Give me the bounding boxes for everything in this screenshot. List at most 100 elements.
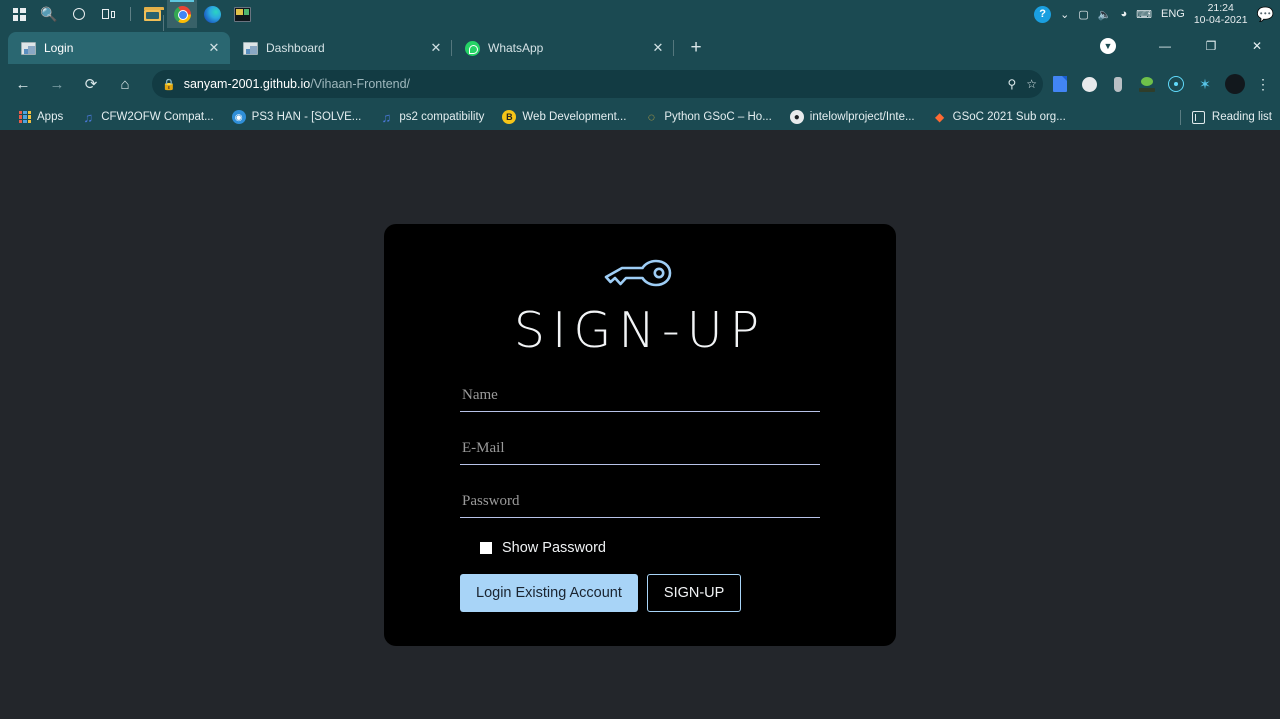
email-input[interactable] xyxy=(460,434,820,465)
github-icon: ● xyxy=(789,110,804,124)
bookmark-label: Python GSoC – Ho... xyxy=(664,111,772,123)
profile-avatar[interactable] xyxy=(1225,74,1245,94)
page-image-icon xyxy=(20,40,36,56)
bookmark-label: CFW2OFW Compat... xyxy=(101,111,214,123)
bookmark-apps[interactable]: Apps xyxy=(10,106,72,128)
address-bar[interactable]: 🔒 sanyam-2001.github.io/Vihaan-Frontend/… xyxy=(152,70,1043,98)
page-viewport: SIGN-UP Show Password Login Existing Acc… xyxy=(0,130,1280,717)
cortana-button[interactable] xyxy=(64,0,94,28)
tab-dashboard[interactable]: Dashboard ✕ xyxy=(230,32,452,64)
firefox-icon: ◆ xyxy=(935,110,945,124)
tab-close-icon[interactable]: ✕ xyxy=(428,40,444,56)
password-key-icon[interactable]: ⚲ xyxy=(1007,77,1016,91)
pin-extension-icon[interactable] xyxy=(1109,75,1127,93)
face-extension-icon[interactable] xyxy=(1080,75,1098,93)
page-image-icon xyxy=(242,40,258,56)
tab-label: WhatsApp xyxy=(488,41,544,55)
minimize-button[interactable]: — xyxy=(1142,28,1188,64)
login-existing-account-button[interactable]: Login Existing Account xyxy=(460,574,638,612)
bookmark-python-gsoc[interactable]: ◌ Python GSoC – Ho... xyxy=(635,106,780,128)
extension-icons: ✶ ⋮ xyxy=(1051,74,1272,94)
bookmark-label: PS3 HAN - [SOLVE... xyxy=(251,111,362,123)
signup-button[interactable]: SIGN-UP xyxy=(646,574,742,612)
bookmark-label: intelowlproject/Inte... xyxy=(809,111,915,123)
playstation-icon: ♫ xyxy=(83,109,94,125)
task-view-icon xyxy=(102,8,116,20)
camera-icon[interactable]: ▢ xyxy=(1078,8,1088,21)
reload-button[interactable]: ⟳ xyxy=(76,69,106,99)
bookmark-cfw2ofw[interactable]: ♫ CFW2OFW Compat... xyxy=(72,106,222,128)
window-controls: ▼ — ❐ ✕ xyxy=(1100,28,1280,64)
app-taskbar-button[interactable] xyxy=(227,0,257,28)
new-tab-button[interactable]: + xyxy=(682,34,710,62)
password-input[interactable] xyxy=(460,487,820,518)
taskbar-divider xyxy=(130,7,131,21)
keyboard-icon[interactable]: ⌨ xyxy=(1136,8,1152,21)
home-button[interactable]: ⌂ xyxy=(110,69,140,99)
tab-close-icon[interactable]: ✕ xyxy=(650,40,666,56)
notification-icon[interactable]: 💬 xyxy=(1257,6,1274,23)
show-password-label: Show Password xyxy=(502,540,606,556)
bookmarks-divider xyxy=(1179,109,1181,125)
update-badge-icon[interactable]: ▼ xyxy=(1100,38,1116,54)
puzzle-extensions-icon[interactable]: ✶ xyxy=(1196,75,1214,93)
reading-list-label: Reading list xyxy=(1211,111,1272,123)
task-view-button[interactable] xyxy=(94,0,124,28)
playstation-icon: ♫ xyxy=(381,109,392,125)
signup-card: SIGN-UP Show Password Login Existing Acc… xyxy=(384,224,896,646)
search-button[interactable]: 🔍 xyxy=(34,0,64,28)
react-devtools-extension-icon[interactable] xyxy=(1167,75,1185,93)
url-domain: sanyam-2001.github.io xyxy=(183,77,311,91)
tab-label: Login xyxy=(44,41,74,55)
chrome-icon xyxy=(173,5,191,23)
bookmark-intelowlproject[interactable]: ● intelowlproject/Inte... xyxy=(781,106,924,128)
bookmark-ps3-han[interactable]: ◉ PS3 HAN - [SOLVE... xyxy=(223,106,371,128)
forward-button[interactable]: → xyxy=(42,69,72,99)
browser-toolbar: ← → ⟳ ⌂ 🔒 sanyam-2001.github.io/Vihaan-F… xyxy=(0,64,1280,104)
form-actions: Login Existing Account SIGN-UP xyxy=(460,574,820,612)
app-icon xyxy=(233,6,251,22)
google-docs-extension-icon[interactable] xyxy=(1051,75,1069,93)
tab-login[interactable]: Login ✕ xyxy=(8,32,230,64)
close-window-button[interactable]: ✕ xyxy=(1234,28,1280,64)
maximize-button[interactable]: ❐ xyxy=(1188,28,1234,64)
bookmarks-bar: Apps ♫ CFW2OFW Compat... ◉ PS3 HAN - [SO… xyxy=(0,104,1280,130)
chrome-taskbar-button[interactable] xyxy=(167,0,197,28)
globe-icon: ◉ xyxy=(231,110,246,124)
file-explorer-button[interactable] xyxy=(137,0,167,31)
chrome-menu-icon[interactable]: ⋮ xyxy=(1256,76,1270,93)
bookmark-ps2-compatibility[interactable]: ♫ ps2 compatibility xyxy=(370,106,493,128)
page-title: SIGN-UP xyxy=(513,302,767,359)
wifi-icon[interactable]: ◕ xyxy=(1120,8,1127,20)
reading-list-button[interactable]: Reading list xyxy=(1179,109,1272,125)
edge-taskbar-button[interactable] xyxy=(197,0,227,28)
system-tray: ? ⌄ ▢ 🔈 ◕ ⌨ ENG 21:24 10-04-2021 💬 xyxy=(1034,0,1280,28)
windows-taskbar: 🔍 ? ⌄ ▢ 🔈 ◕ ⌨ ENG 21:24 10-04-2021 💬 xyxy=(0,0,1280,31)
bookmark-gsoc-2021[interactable]: ◆ GSoC 2021 Sub org... xyxy=(924,106,1075,128)
chevron-up-icon[interactable]: ⌄ xyxy=(1060,8,1069,21)
tab-whatsapp[interactable]: WhatsApp ✕ xyxy=(452,32,674,64)
bookmark-web-development[interactable]: B Web Development... xyxy=(493,106,635,128)
language-indicator[interactable]: ENG xyxy=(1161,8,1185,20)
tree-extension-icon[interactable] xyxy=(1138,75,1156,93)
clock[interactable]: 21:24 10-04-2021 xyxy=(1194,2,1248,26)
start-button[interactable] xyxy=(4,0,34,28)
show-password-row: Show Password xyxy=(480,540,820,556)
taskbar-pinned-apps: 🔍 xyxy=(0,0,257,31)
back-button[interactable]: ← xyxy=(8,69,38,99)
bookmark-label: Apps xyxy=(37,111,64,123)
reading-list-icon xyxy=(1191,110,1205,124)
tab-close-icon[interactable]: ✕ xyxy=(206,40,222,56)
name-input[interactable] xyxy=(460,381,820,412)
bookmark-star-icon[interactable]: ☆ xyxy=(1026,77,1037,91)
whatsapp-icon xyxy=(464,40,480,56)
search-icon: 🔍 xyxy=(40,6,58,22)
volume-icon[interactable]: 🔈 xyxy=(1098,8,1112,21)
show-password-checkbox[interactable] xyxy=(480,542,492,554)
python-icon: ◌ xyxy=(647,110,655,124)
bookmark-label: GSoC 2021 Sub org... xyxy=(952,111,1066,123)
omnibox-actions: ⚲ ☆ xyxy=(1007,77,1037,91)
help-icon[interactable]: ? xyxy=(1034,5,1052,23)
tab-label: Dashboard xyxy=(266,41,325,55)
signup-form: Show Password Login Existing Account SIG… xyxy=(460,381,820,612)
